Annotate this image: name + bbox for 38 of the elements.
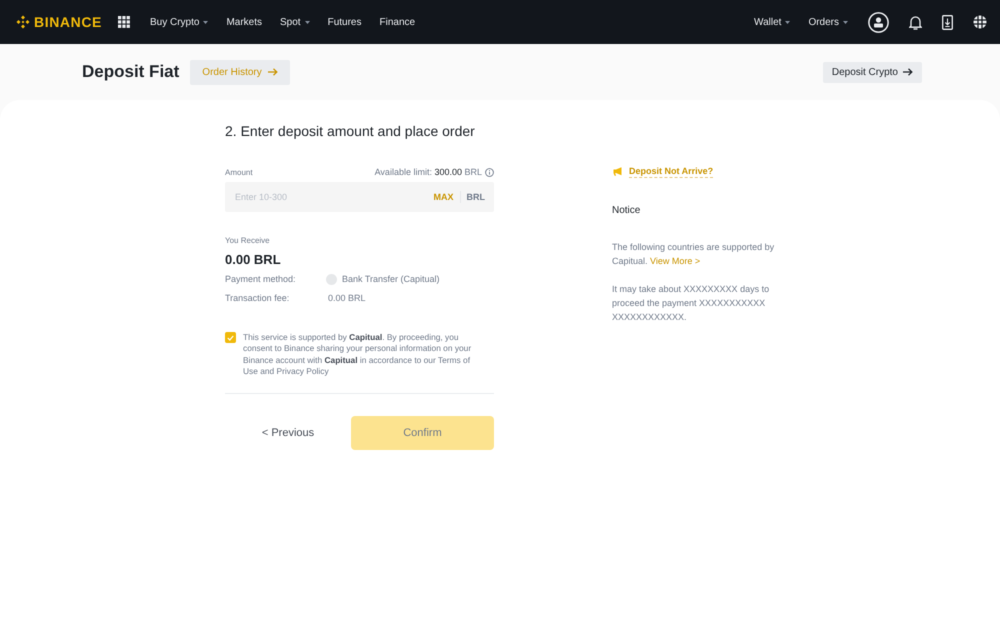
consent-checkbox[interactable] bbox=[225, 332, 236, 343]
receive-label: You Receive bbox=[225, 236, 271, 246]
step-title: 2. Enter deposit amount and place order bbox=[225, 122, 476, 140]
currency-label: BRL bbox=[466, 192, 485, 202]
bank-coin-icon bbox=[326, 274, 337, 284]
nav-menu-item[interactable]: Spot bbox=[280, 16, 310, 28]
nav-menu-item[interactable]: Finance bbox=[380, 16, 416, 28]
nav-menu-item[interactable]: Orders bbox=[808, 16, 848, 28]
nav-menu-item[interactable]: Futures bbox=[328, 16, 362, 28]
logo-text: BINANCE bbox=[34, 14, 102, 30]
notice-text: The following countries are supported by Capitual. View More > bbox=[612, 241, 776, 268]
amount-field[interactable]: Enter 10-300 MAX BRL bbox=[225, 182, 494, 212]
deposit-crypto-button[interactable]: Deposit Crypto bbox=[822, 62, 922, 82]
amount-label: Amount bbox=[225, 168, 253, 176]
detail-label: Payment method: bbox=[225, 273, 296, 285]
detail-value: Bank Transfer (Capitual) bbox=[342, 273, 440, 285]
user-avatar-icon[interactable] bbox=[868, 12, 889, 32]
page-title: Deposit Fiat bbox=[82, 62, 180, 82]
notice-title: Notice bbox=[612, 205, 642, 217]
nav-menu-item[interactable]: Markets bbox=[226, 16, 262, 28]
logo-icon bbox=[16, 15, 30, 29]
nav-menu-item[interactable]: Buy Crypto bbox=[150, 16, 208, 28]
globe-icon[interactable] bbox=[973, 15, 987, 29]
consent-text: This service is supported by Capitual. By proceeding, you consent to Binance sharing your personal information on your Binance account with Capitual in accordance to our Terms of Use and Privacy Policy bbox=[243, 332, 472, 378]
bell-icon[interactable] bbox=[909, 14, 922, 30]
detail-label: Transaction fee: bbox=[225, 292, 290, 304]
detail-value: 0.00 BRL bbox=[327, 292, 366, 304]
nav-menu-item[interactable]: Wallet bbox=[754, 16, 790, 28]
arrow-right-icon bbox=[903, 68, 913, 76]
available-limit-text: Available limit: 300.00 BRL bbox=[374, 167, 482, 177]
download-icon[interactable] bbox=[942, 14, 953, 30]
arrow-right-icon bbox=[268, 68, 278, 76]
info-icon bbox=[485, 168, 494, 176]
receive-amount: 0.00 BRL bbox=[225, 252, 282, 268]
apps-grid-icon[interactable] bbox=[118, 16, 130, 28]
previous-link[interactable]: < Previous bbox=[225, 427, 351, 440]
megaphone-icon bbox=[613, 167, 623, 176]
notice-text: It may take about XXXXXXXXX days to proceed the payment XXXXXXXXXXX XXXXXXXXXXXX. bbox=[612, 283, 770, 324]
